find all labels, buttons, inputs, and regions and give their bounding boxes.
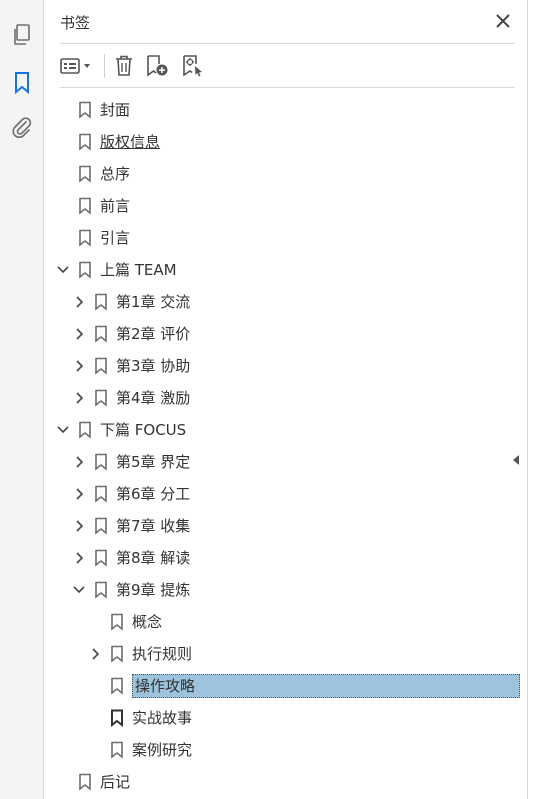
bookmark-item-icon <box>110 709 124 728</box>
bookmark-item-icon <box>94 293 108 311</box>
chevron-right-icon[interactable] <box>72 518 86 534</box>
bookmark-item-icon <box>110 613 124 631</box>
toolbar-divider <box>104 54 105 78</box>
bookmark-tree: 封面版权信息总序前言引言上篇 TEAM 第1章 交流 第2章 评价 第3章 协助 第4章… <box>44 94 528 798</box>
bookmark-label: 操作攻略 <box>132 674 520 698</box>
header-divider <box>60 43 515 44</box>
bookmark-label: 执行规则 <box>132 645 193 663</box>
bookmark-label: 第1章 交流 <box>116 293 191 311</box>
bookmark-label: 第3章 协助 <box>116 357 191 375</box>
bookmark-row[interactable]: 第5章 界定 <box>44 446 528 478</box>
bookmark-item-icon <box>78 421 92 439</box>
chevron-right-icon[interactable] <box>88 646 102 662</box>
bookmark-label: 第2章 评价 <box>116 325 191 343</box>
bookmark-label: 概念 <box>132 613 163 631</box>
bookmark-row[interactable]: 封面 <box>44 94 528 126</box>
bookmark-item-icon <box>94 549 108 567</box>
delete-bookmark-icon[interactable] <box>112 52 136 80</box>
chevron-down-icon[interactable] <box>56 422 70 438</box>
chevron-right-icon[interactable] <box>72 550 86 566</box>
close-icon[interactable] <box>492 10 514 32</box>
bookmarks-panel: 书签 封面版权信息总序前言引言上篇 TEAM 第1章 交流 第2章 评价 第3章 协助… <box>44 0 528 799</box>
toolbar-divider-bottom <box>60 87 515 88</box>
panel-title: 书签 <box>60 14 91 32</box>
bookmark-item-icon <box>78 197 92 215</box>
bookmark-row[interactable]: 执行规则 <box>44 638 528 670</box>
bookmark-row[interactable]: 操作攻略 <box>44 670 528 702</box>
bookmark-label: 第6章 分工 <box>116 485 191 503</box>
bookmark-item-icon <box>94 389 108 407</box>
bookmark-item-icon <box>78 261 92 279</box>
bookmark-label: 版权信息 <box>100 133 161 151</box>
pages-icon[interactable] <box>7 20 37 50</box>
bookmark-row[interactable]: 第3章 协助 <box>44 350 528 382</box>
bookmark-item-icon <box>78 101 92 119</box>
bookmark-item-icon <box>94 453 108 471</box>
bookmark-label: 引言 <box>100 229 131 247</box>
attachment-icon[interactable] <box>7 113 37 143</box>
bookmark-item-icon <box>94 517 108 535</box>
bookmark-row[interactable]: 引言 <box>44 222 528 254</box>
chevron-right-icon[interactable] <box>72 294 86 310</box>
chevron-right-icon[interactable] <box>72 390 86 406</box>
chevron-right-icon[interactable] <box>72 486 86 502</box>
chevron-right-icon[interactable] <box>72 326 86 342</box>
chevron-down-icon[interactable] <box>72 582 86 598</box>
bookmark-item-icon <box>110 741 124 759</box>
bookmark-row[interactable]: 概念 <box>44 606 528 638</box>
bookmark-label: 第9章 提炼 <box>116 581 191 599</box>
left-rail <box>0 0 44 799</box>
bookmark-item-icon <box>110 645 124 663</box>
chevron-right-icon[interactable] <box>72 358 86 374</box>
chevron-down-icon[interactable] <box>56 262 70 278</box>
bookmark-row[interactable]: 第6章 分工 <box>44 478 528 510</box>
bookmark-label: 案例研究 <box>132 741 193 759</box>
bookmark-item-icon <box>94 357 108 375</box>
bookmark-icon[interactable] <box>7 68 37 98</box>
bookmark-row[interactable]: 下篇 FOCUS <box>44 414 528 446</box>
bookmark-row[interactable]: 第4章 激励 <box>44 382 528 414</box>
panel-header: 书签 <box>44 0 528 44</box>
collapse-panel-icon[interactable] <box>511 452 521 466</box>
bookmark-item-icon <box>94 485 108 503</box>
bookmark-label: 后记 <box>100 773 131 791</box>
bookmark-label: 实战故事 <box>132 709 193 727</box>
options-menu-icon[interactable] <box>58 52 96 80</box>
bookmark-row[interactable]: 案例研究 <box>44 734 528 766</box>
bookmark-row[interactable]: 后记 <box>44 766 528 798</box>
bookmark-label: 第7章 收集 <box>116 517 191 535</box>
bookmark-label: 第5章 界定 <box>116 453 191 471</box>
bookmark-row[interactable]: 第1章 交流 <box>44 286 528 318</box>
bookmark-from-structure-icon[interactable] <box>180 52 206 80</box>
bookmark-label: 前言 <box>100 197 131 215</box>
bookmark-row[interactable]: 实战故事 <box>44 702 528 734</box>
bookmark-item-icon <box>94 325 108 343</box>
bookmark-row[interactable]: 第9章 提炼 <box>44 574 528 606</box>
bookmark-item-icon <box>78 133 92 151</box>
bookmark-item-icon <box>78 229 92 247</box>
bookmark-label: 下篇 FOCUS <box>100 421 187 439</box>
chevron-right-icon[interactable] <box>72 454 86 470</box>
bookmark-row[interactable]: 前言 <box>44 190 528 222</box>
bookmark-row[interactable]: 版权信息 <box>44 126 528 158</box>
bookmark-label: 第8章 解读 <box>116 549 191 567</box>
bookmark-item-icon <box>110 677 124 695</box>
bookmark-row[interactable]: 上篇 TEAM <box>44 254 528 286</box>
bookmark-item-icon <box>78 165 92 183</box>
new-bookmark-icon[interactable] <box>145 52 171 80</box>
bookmark-label: 总序 <box>100 165 131 183</box>
bookmark-toolbar <box>44 46 528 86</box>
bookmark-row[interactable]: 总序 <box>44 158 528 190</box>
bookmark-label: 第4章 激励 <box>116 389 191 407</box>
bookmark-item-icon <box>94 581 108 599</box>
bookmark-label: 上篇 TEAM <box>100 261 177 279</box>
bookmark-row[interactable]: 第7章 收集 <box>44 510 528 542</box>
bookmark-row[interactable]: 第8章 解读 <box>44 542 528 574</box>
bookmark-label: 封面 <box>100 101 131 119</box>
bookmark-row[interactable]: 第2章 评价 <box>44 318 528 350</box>
bookmark-item-icon <box>78 773 92 791</box>
